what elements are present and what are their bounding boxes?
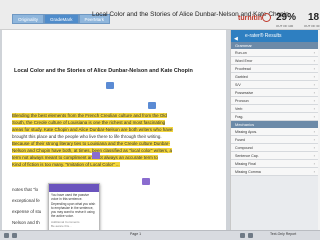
app-window: Originality GradeMark PeerMark Local Col… [0,0,320,240]
grade-score[interactable]: 18 [308,12,319,23]
panel-item[interactable]: S/V › [231,81,318,89]
page-indicator: Page 1 [130,232,142,236]
chevron-right-icon: › [313,137,315,142]
menu-icon[interactable] [4,233,9,238]
text-line: Nelson and th [12,220,40,225]
back-arrow-icon[interactable]: ◀ [234,33,238,45]
chevron-right-icon: › [313,58,315,63]
help-icon[interactable] [248,233,253,238]
text-line: Because of their strong literary ties to… [12,141,170,146]
essay-heading: Local Color and the Stories of Alice Dun… [14,68,193,74]
tab-grademark[interactable]: GradeMark [44,14,79,24]
panel-item[interactable]: Sentence Cap. › [231,152,318,160]
panel-item[interactable]: Frag. › [231,113,318,121]
panel-item[interactable]: Garbled › [231,73,318,81]
text-line: expense of stu [12,209,42,214]
turnitin-logo: turnitin [238,15,263,22]
text-line: brought this place and the people who li… [12,134,162,139]
comment-marker-icon[interactable] [106,82,114,89]
comment-marker-icon[interactable] [92,152,100,159]
panel-item[interactable]: Possessive › [231,89,318,97]
panel-header: ◀ e-rater® Results [231,30,318,42]
text-only-report-link[interactable]: Text-Only Report [270,232,296,236]
section-grammar[interactable]: Grammar [231,42,318,49]
chevron-right-icon: › [313,153,315,158]
popup-header [49,184,99,192]
panel-item[interactable]: Fused › [231,136,318,144]
grade-score-label: OUT OF 30 [304,24,320,28]
chevron-right-icon: › [313,74,315,79]
similarity-score[interactable]: 29% [276,12,296,23]
results-panel: ◀ e-rater® Results Grammar Run-on › Word … [230,30,318,230]
document-page: Local Color and the Stories of Alice Dun… [2,30,226,236]
text-line: notes that "lo [12,187,39,192]
text-line: Blending the best elements from the Fren… [12,113,167,118]
panel-item[interactable]: Missing Comma › [231,168,318,176]
turnitin-logo-icon [262,13,271,22]
chevron-right-icon: › [313,98,315,103]
tab-originality[interactable]: Originality [12,14,45,24]
chevron-right-icon: › [313,90,315,95]
panel-item[interactable]: Compound › [231,144,318,152]
text-line: South, the Creole culture of Louisiana i… [12,120,166,125]
text-line: areas for study. Kate Chopin and Alice D… [12,127,173,132]
top-bar: Originality GradeMark PeerMark Local Col… [0,0,320,30]
chevron-right-icon: › [313,82,315,87]
panel-item[interactable]: Missing Apos. › [231,128,318,136]
comment-marker-icon[interactable] [142,178,150,185]
document-viewer[interactable]: Local Color and the Stories of Alice Dun… [0,30,230,240]
panel-item[interactable]: Pronoun › [231,97,318,105]
settings-icon[interactable] [240,233,245,238]
chevron-right-icon: › [313,106,315,111]
similarity-score-label: OUT OF 100 [276,24,294,28]
print-icon[interactable] [12,233,17,238]
bottom-toolbar: Page 1 Text-Only Report [0,230,320,240]
comment-marker-icon[interactable] [148,102,156,109]
panel-item[interactable]: Run-on › [231,49,318,57]
text-line: Kind of fiction is too many. "Imitation … [12,162,120,167]
chevron-right-icon: › [313,145,315,150]
panel-item[interactable]: Verb › [231,105,318,113]
chevron-right-icon: › [313,50,315,55]
section-mechanics[interactable]: Mechanics [231,121,318,128]
panel-item[interactable]: Missing Final › [231,160,318,168]
text-line: term not always meant to compliment and … [12,155,158,160]
panel-item[interactable]: Word Error › [231,57,318,65]
chevron-right-icon: › [313,129,315,134]
panel-item[interactable]: Proofread › [231,65,318,73]
popup-comment-text: You have used the passive voice in this … [51,193,96,219]
chevron-right-icon: › [313,66,315,71]
chevron-right-icon: › [313,161,315,166]
text-line: exceptional fe [12,198,40,203]
panel-title: e-rater® Results [245,33,282,39]
chevron-right-icon: › [313,114,315,119]
chevron-right-icon: › [313,169,315,174]
